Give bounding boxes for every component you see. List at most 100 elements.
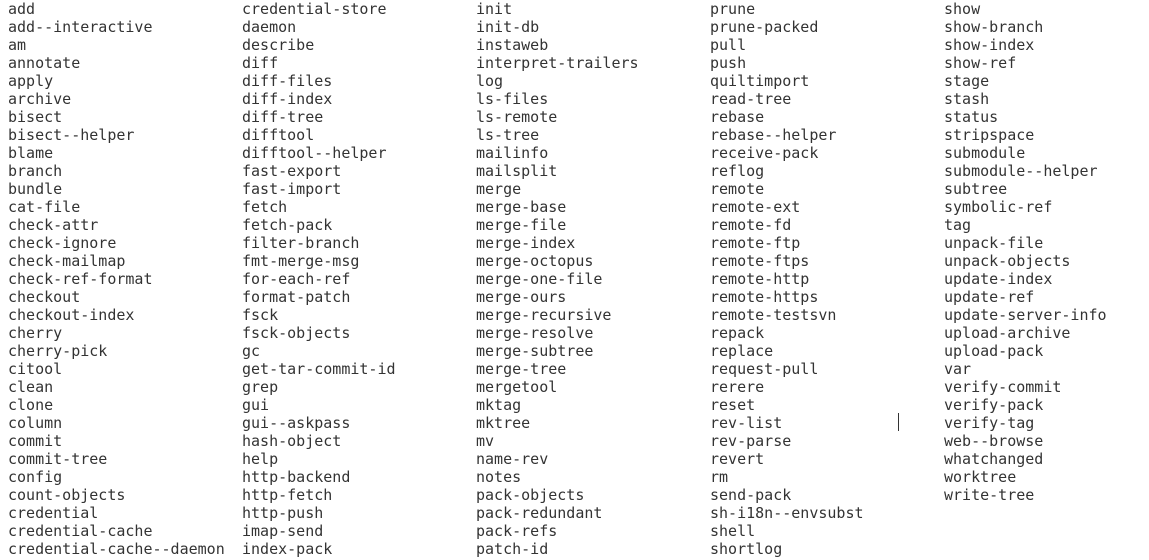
command-name: fast-import bbox=[242, 180, 342, 198]
command-name: update-index bbox=[944, 270, 1053, 288]
command-name: web--browse bbox=[944, 432, 1044, 450]
command-name: hash-object bbox=[242, 432, 342, 450]
command-name: fmt-merge-msg bbox=[242, 252, 360, 270]
command-name: am bbox=[8, 36, 27, 54]
command-name: merge-tree bbox=[476, 360, 567, 378]
command-name: gc bbox=[242, 342, 261, 360]
command-column-1: add add--interactive am annotate apply archiv… bbox=[8, 0, 225, 558]
command-name: credential-store bbox=[242, 0, 387, 18]
command-name: merge bbox=[476, 180, 522, 198]
command-name: sh-i18n--envsubst bbox=[710, 504, 864, 522]
command-name: check-ref-format bbox=[8, 270, 153, 288]
command-name: pack-refs bbox=[476, 522, 558, 540]
command-name: name-rev bbox=[476, 450, 549, 468]
command-name: update-ref bbox=[944, 288, 1035, 306]
command-name: add bbox=[8, 0, 36, 18]
command-name: remote-fd bbox=[710, 216, 792, 234]
command-name: status bbox=[944, 108, 999, 126]
command-name: fast-export bbox=[242, 162, 342, 180]
command-name: update-server-info bbox=[944, 306, 1107, 324]
command-name: verify-commit bbox=[944, 378, 1062, 396]
command-name: pull bbox=[710, 36, 747, 54]
command-name: remote-ftps bbox=[710, 252, 810, 270]
command-name: merge-subtree bbox=[476, 342, 594, 360]
command-name: write-tree bbox=[944, 486, 1035, 504]
command-name: cat-file bbox=[8, 198, 81, 216]
command-name: show-ref bbox=[944, 54, 1017, 72]
command-name: remote bbox=[710, 180, 765, 198]
command-name: config bbox=[8, 468, 63, 486]
command-name: annotate bbox=[8, 54, 81, 72]
command-name: format-patch bbox=[242, 288, 351, 306]
command-name: show-branch bbox=[944, 18, 1044, 36]
command-name: verify-pack bbox=[944, 396, 1044, 414]
command-name: checkout-index bbox=[8, 306, 135, 324]
command-name: request-pull bbox=[710, 360, 819, 378]
command-name: symbolic-ref bbox=[944, 198, 1053, 216]
command-name: mktag bbox=[476, 396, 522, 414]
command-name: credential-cache bbox=[8, 522, 153, 540]
command-name: upload-archive bbox=[944, 324, 1071, 342]
command-name: ls-remote bbox=[476, 108, 558, 126]
command-name: help bbox=[242, 450, 279, 468]
command-name: pack-objects bbox=[476, 486, 585, 504]
command-name: submodule--helper bbox=[944, 162, 1098, 180]
command-name: describe bbox=[242, 36, 315, 54]
command-name: merge-one-file bbox=[476, 270, 603, 288]
terminal-output[interactable]: add add--interactive am annotate apply archiv… bbox=[0, 0, 1149, 560]
command-name: upload-pack bbox=[944, 342, 1044, 360]
command-name: cherry bbox=[8, 324, 63, 342]
command-name: interpret-trailers bbox=[476, 54, 639, 72]
command-name: receive-pack bbox=[710, 144, 819, 162]
command-name: http-backend bbox=[242, 468, 351, 486]
command-name: submodule bbox=[944, 144, 1026, 162]
command-name: show-index bbox=[944, 36, 1035, 54]
command-name: apply bbox=[8, 72, 54, 90]
command-name: cherry-pick bbox=[8, 342, 108, 360]
command-name: clone bbox=[8, 396, 54, 414]
command-name: rebase bbox=[710, 108, 765, 126]
command-name: unpack-objects bbox=[944, 252, 1071, 270]
command-name: tag bbox=[944, 216, 972, 234]
command-name: remote-http bbox=[710, 270, 810, 288]
command-name: gui bbox=[242, 396, 270, 414]
command-column-2: credential-store daemon describe diff diff-f… bbox=[242, 0, 396, 558]
command-name: remote-ext bbox=[710, 198, 801, 216]
command-name: ls-tree bbox=[476, 126, 540, 144]
command-name: count-objects bbox=[8, 486, 126, 504]
command-name: send-pack bbox=[710, 486, 792, 504]
command-name: credential-cache--daemon bbox=[8, 540, 225, 558]
command-name: diff-index bbox=[242, 90, 333, 108]
command-name: whatchanged bbox=[944, 450, 1044, 468]
command-name: filter-branch bbox=[242, 234, 360, 252]
command-name: rm bbox=[710, 468, 729, 486]
command-name: bisect bbox=[8, 108, 63, 126]
command-name: stripspace bbox=[944, 126, 1035, 144]
command-name: checkout bbox=[8, 288, 81, 306]
command-name: bisect--helper bbox=[8, 126, 135, 144]
command-name: shortlog bbox=[710, 540, 783, 558]
command-name: mktree bbox=[476, 414, 531, 432]
command-name: credential bbox=[8, 504, 99, 522]
command-name: mv bbox=[476, 432, 495, 450]
command-name: rerere bbox=[710, 378, 765, 396]
command-name: merge-recursive bbox=[476, 306, 612, 324]
command-name: log bbox=[476, 72, 504, 90]
command-name: difftool--helper bbox=[242, 144, 387, 162]
command-name: instaweb bbox=[476, 36, 549, 54]
command-name: for-each-ref bbox=[242, 270, 351, 288]
command-name: push bbox=[710, 54, 747, 72]
command-column-5: show show-branch show-index show-ref stage st… bbox=[944, 0, 1107, 504]
command-name: reflog bbox=[710, 162, 765, 180]
command-name: get-tar-commit-id bbox=[242, 360, 396, 378]
command-name: unpack-file bbox=[944, 234, 1044, 252]
command-name: remote-ftp bbox=[710, 234, 801, 252]
command-name: check-mailmap bbox=[8, 252, 126, 270]
command-name: rebase--helper bbox=[710, 126, 837, 144]
command-name: commit-tree bbox=[8, 450, 108, 468]
text-cursor bbox=[898, 413, 899, 431]
command-name: stash bbox=[944, 90, 990, 108]
command-name: daemon bbox=[242, 18, 297, 36]
command-name: notes bbox=[476, 468, 522, 486]
command-name: index-pack bbox=[242, 540, 333, 558]
